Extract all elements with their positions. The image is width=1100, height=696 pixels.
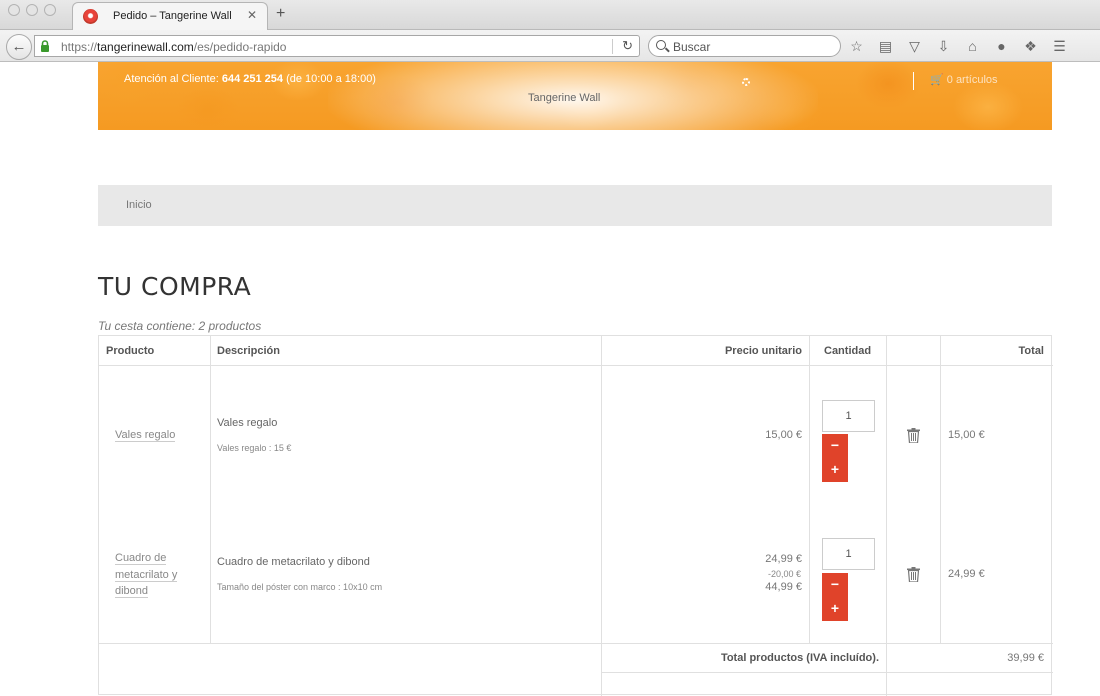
column-divider: [210, 336, 211, 643]
home-icon[interactable]: ⌂: [964, 38, 981, 55]
back-button[interactable]: ←: [6, 34, 32, 60]
header-quantity: Cantidad: [824, 345, 872, 357]
product-option: Tamaño del póster con marco : 10x10 cm: [217, 582, 383, 592]
increase-quantity-button[interactable]: +: [822, 597, 848, 621]
window-close-button[interactable]: [8, 4, 20, 16]
decrease-quantity-button[interactable]: −: [822, 434, 848, 458]
chat-icon[interactable]: ●: [993, 38, 1010, 55]
column-divider: [809, 336, 810, 643]
browser-toolbar: ☆ ▤ ▽ ⇩ ⌂ ● ❖ ☰: [848, 38, 1068, 55]
reading-list-icon[interactable]: ▤: [877, 38, 894, 55]
cart-summary: Tu cesta contiene: 2 productos: [98, 319, 262, 333]
trash-icon[interactable]: [907, 567, 920, 582]
new-tab-button[interactable]: +: [276, 5, 285, 23]
download-icon[interactable]: ⇩: [935, 38, 952, 55]
browser-tab[interactable]: Pedido – Tangerine Wall ✕: [72, 2, 268, 30]
tab-close-icon[interactable]: ✕: [247, 8, 257, 22]
site-header-banner: Atención al Cliente: 644 251 254 (de 10:…: [98, 62, 1052, 130]
increase-quantity-button[interactable]: +: [822, 458, 848, 482]
window-minimize-button[interactable]: [26, 4, 38, 16]
browser-nav-bar: ← https://tangerinewall.com/es/pedido-ra…: [0, 30, 1100, 62]
page-title: TU COMPRA: [98, 272, 252, 301]
extension-icon[interactable]: ❖: [1022, 38, 1039, 55]
quantity-input[interactable]: 1: [822, 400, 875, 432]
pocket-icon[interactable]: ▽: [906, 38, 923, 55]
reload-icon[interactable]: ↻: [622, 38, 633, 54]
header-total: Total: [1018, 345, 1044, 357]
header-unit-price: Precio unitario: [724, 345, 802, 357]
header-divider: [99, 365, 1053, 366]
line-total: 15,00 €: [948, 429, 985, 441]
browser-tab-bar: Pedido – Tangerine Wall ✕ +: [0, 0, 1100, 30]
url-separator: [612, 39, 613, 54]
total-products-value: 39,99 €: [1007, 652, 1044, 664]
header-description: Descripción: [217, 345, 280, 357]
row-divider: [99, 643, 1053, 644]
total-products-label: Total productos (IVA incluído).: [720, 652, 879, 664]
product-option: Vales regalo : 15 €: [217, 443, 292, 453]
back-arrow-icon: ←: [11, 38, 27, 55]
unit-price: 15,00 €: [765, 429, 802, 441]
search-input[interactable]: Buscar: [673, 40, 710, 54]
search-icon: [656, 40, 666, 50]
breadcrumb: Inicio: [98, 185, 1052, 226]
window-zoom-button[interactable]: [44, 4, 56, 16]
site-brand[interactable]: Tangerine Wall: [528, 92, 600, 104]
column-divider: [601, 336, 602, 696]
product-link[interactable]: Vales regalo: [115, 427, 176, 444]
cart-link[interactable]: 🛒 0 artículos: [930, 73, 998, 86]
tab-title: Pedido – Tangerine Wall: [113, 10, 232, 22]
lock-icon: [41, 40, 49, 52]
customer-service-info: Atención al Cliente: 644 251 254 (de 10:…: [124, 73, 376, 85]
cart-table: Producto Descripción Precio unitario Can…: [98, 335, 1053, 696]
row-divider: [601, 672, 1053, 673]
header-product: Producto: [106, 345, 155, 357]
product-title: Vales regalo: [217, 417, 278, 429]
star-icon[interactable]: ☆: [848, 38, 865, 55]
product-link[interactable]: Cuadro de metacrilato y dibond: [115, 550, 178, 600]
discount-amount: -20,00 €: [767, 569, 801, 579]
decrease-quantity-button[interactable]: −: [822, 573, 848, 597]
trash-icon[interactable]: [907, 428, 920, 443]
url-bar[interactable]: https://tangerinewall.com/es/pedido-rapi…: [34, 35, 640, 57]
line-total: 24,99 €: [948, 568, 985, 580]
search-bar[interactable]: Buscar: [648, 35, 841, 57]
breadcrumb-home[interactable]: Inicio: [126, 199, 152, 211]
favicon-icon: [83, 9, 98, 24]
column-divider: [940, 336, 941, 643]
settings-icon[interactable]: [742, 78, 750, 86]
product-title: Cuadro de metacrilato y dibond: [217, 556, 370, 568]
url-text: https://tangerinewall.com/es/pedido-rapi…: [61, 40, 287, 54]
quantity-input[interactable]: 1: [822, 538, 875, 570]
header-divider: [913, 72, 914, 90]
menu-icon[interactable]: ☰: [1051, 38, 1068, 55]
original-price: 44,99 €: [765, 581, 802, 593]
unit-price: 24,99 €: [765, 553, 802, 565]
column-divider: [886, 336, 887, 696]
